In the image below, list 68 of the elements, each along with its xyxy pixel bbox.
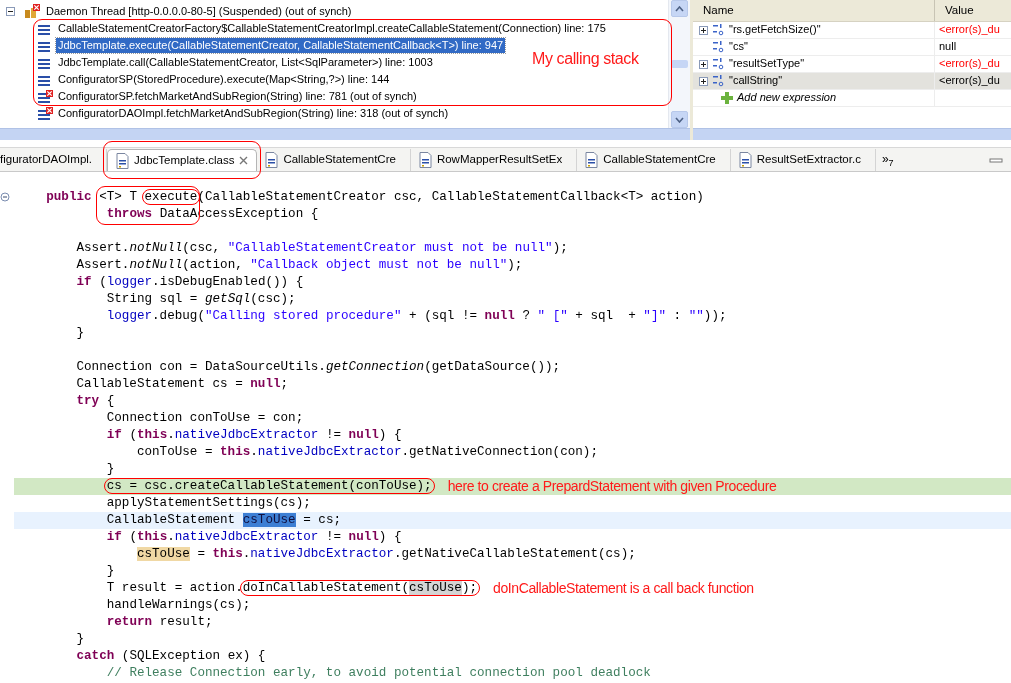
stack-frame-item[interactable]: CallableStatementCreatorFactory$CallableStatementCreatorImpl.createCallableStatement(Connection) line: 175 xyxy=(56,20,608,37)
expression-icon xyxy=(712,40,725,54)
code-line: } xyxy=(105,563,115,580)
code-line: } xyxy=(75,325,85,342)
column-header[interactable]: Value xyxy=(935,0,974,21)
collapse-icon[interactable] xyxy=(6,7,15,16)
vertical-scrollbar[interactable] xyxy=(668,0,690,128)
code-line: if (logger.isDebugEnabled()) { xyxy=(75,274,304,291)
horizontal-scrollbar[interactable] xyxy=(693,128,1011,140)
scroll-up-button[interactable] xyxy=(671,0,688,17)
expression-value: <error(s)_du xyxy=(939,57,1000,71)
add-icon[interactable] xyxy=(721,92,733,104)
code-line: CallableStatement csToUse = cs; xyxy=(105,512,341,529)
code-line: try { xyxy=(75,393,115,410)
code-line: logger.debug("Calling stored procedure" + (sql != null ? " [" + sql + "]" : "")); xyxy=(105,308,727,325)
code-line: cs = csc.createCallableStatement(conToUse); xyxy=(105,478,432,495)
expression-value: <error(s)_du xyxy=(939,74,1000,88)
code-line: csToUse = this.nativeJdbcExtractor.getNativeCallableStatement(cs); xyxy=(135,546,636,563)
expression-name: "rs.getFetchSize()" xyxy=(729,23,821,37)
expression-value: null xyxy=(939,40,957,54)
horizontal-scrollbar[interactable] xyxy=(0,128,690,140)
code-line: applyStatementSettings(cs); xyxy=(105,495,311,512)
code-line: handleWarnings(cs); xyxy=(105,597,251,614)
code-line: } xyxy=(105,461,115,478)
stack-frame-item[interactable]: ConfiguratorSP.fetchMarketAndSubRegion(String) line: 781 (out of synch) xyxy=(56,88,419,105)
editor-tab[interactable]: JdbcTemplate.class xyxy=(107,149,258,171)
stack-frame-item[interactable]: JdbcTemplate.execute(CallableStatementCreator, CallableStatementCallback<T>) line: 947 xyxy=(56,37,506,54)
annotation-note: here to create a PrepardStatement with given Procedure xyxy=(447,478,777,495)
thread-item[interactable]: Daemon Thread [http-0.0.0.0-80-5] (Suspended) (out of synch) xyxy=(44,3,354,20)
code-line: conToUse = this.nativeJdbcExtractor.getNativeConnection(con); xyxy=(135,444,598,461)
code-line: T result = action.doInCallableStatement(csToUse); xyxy=(105,580,478,597)
stack-frame-item[interactable]: JdbcTemplate.call(CallableStatementCreator, List<SqlParameter>) line: 1003 xyxy=(56,54,435,71)
code-line: Connection conToUse = con; xyxy=(105,410,304,427)
expression-row[interactable]: "callString" <error(s)_du xyxy=(693,73,1011,90)
code-line: if (this.nativeJdbcExtractor != null) { xyxy=(105,529,402,546)
code-line: CallableStatement cs = null; xyxy=(75,376,289,393)
code-line: catch (SQLException ex) { xyxy=(75,648,266,665)
expression-row[interactable]: "rs.getFetchSize()" <error(s)_du xyxy=(693,22,1011,39)
code-line: Assert.notNull(action, "Callback object must not be null"); xyxy=(75,257,523,274)
code-line: Assert.notNull(csc, "CallableStatementCreator must not be null"); xyxy=(75,240,568,257)
expression-name: "cs" xyxy=(729,40,748,54)
code-line: String sql = getSql(csc); xyxy=(105,291,296,308)
expression-name: "callString" xyxy=(729,74,783,88)
annotation-note: My calling stack xyxy=(532,49,639,69)
expression-icon xyxy=(712,74,725,88)
expand-icon[interactable] xyxy=(699,25,708,35)
expression-icon xyxy=(712,57,725,71)
code-line: } xyxy=(75,631,85,648)
editor-tab[interactable]: figuratorDAOImpl. xyxy=(0,149,108,171)
expand-icon[interactable] xyxy=(699,76,708,86)
add-expression-item[interactable]: Add new expression xyxy=(737,91,837,105)
scroll-thumb[interactable] xyxy=(671,60,688,68)
expression-name: "resultSetType" xyxy=(729,57,805,71)
expression-value: <error(s)_du xyxy=(939,23,1000,37)
code-line: // Release Connection early, to avoid potential connection pool deadlock xyxy=(105,665,651,682)
expression-icon xyxy=(712,23,725,37)
close-icon[interactable] xyxy=(239,156,249,165)
stack-frame-item[interactable]: ConfiguratorSP(StoredProcedure).execute(Map<String,?>) line: 144 xyxy=(56,71,392,88)
scroll-down-button[interactable] xyxy=(671,111,688,128)
more-tabs-button[interactable]: »$_{7}$ xyxy=(875,152,894,167)
expand-icon[interactable] xyxy=(699,59,708,69)
code-line: if (this.nativeJdbcExtractor != null) { xyxy=(105,427,402,444)
stack-frame-item[interactable]: ConfiguratorDAOImpl.fetchMarketAndSubRegion(String) line: 318 (out of synch) xyxy=(56,105,451,122)
code-line: return result; xyxy=(105,614,213,631)
code-line: Connection con = DataSourceUtils.getConnection(getDataSource()); xyxy=(75,359,561,376)
column-header[interactable]: Name xyxy=(693,0,935,21)
annotation-note: doInCallableStatement is a call back function xyxy=(493,580,754,597)
expression-row[interactable]: "cs" null xyxy=(693,39,1011,56)
